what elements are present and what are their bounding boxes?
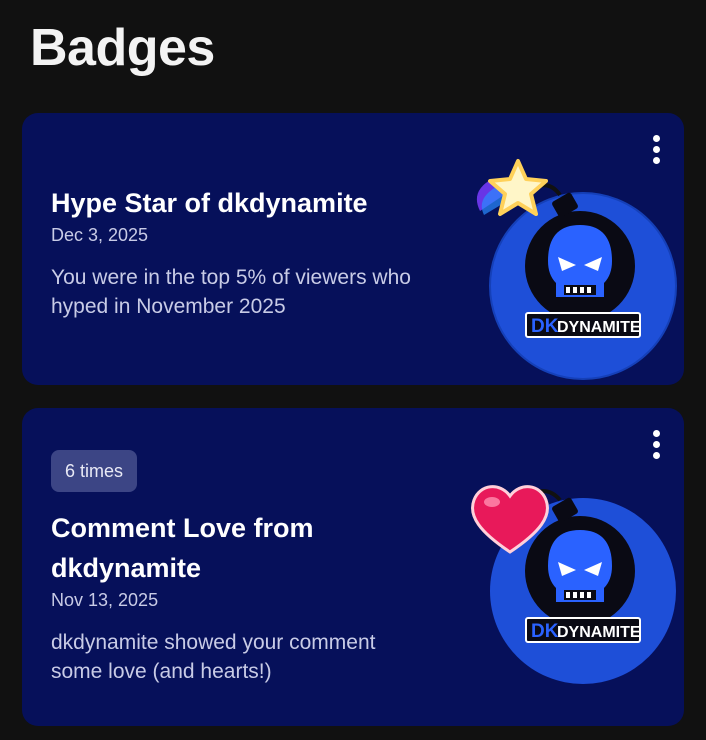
more-options-icon[interactable] bbox=[646, 426, 666, 462]
badge-date: Nov 13, 2025 bbox=[51, 590, 159, 610]
badge-count-pill: 6 times bbox=[51, 450, 138, 492]
badge-description: dkdynamite showed your comment some love… bbox=[51, 631, 376, 683]
badge-card-hype-star[interactable]: Hype Star of dkdynamite Dec 3, 2025 You … bbox=[22, 113, 684, 385]
logo-text-dk: DK bbox=[531, 621, 559, 642]
badge-description: You were in the top 5% of viewers who hy… bbox=[51, 266, 411, 318]
badge-title: Comment Love from dkdynamite bbox=[51, 513, 314, 583]
badge-text: Hype Star of dkdynamite Dec 3, 2025 You … bbox=[51, 183, 431, 321]
logo-text-dynamite: DYNAMITE bbox=[557, 624, 641, 641]
star-icon bbox=[476, 159, 548, 216]
badge-image: DK DYNAMITE bbox=[476, 159, 677, 380]
logo-text-dk: DK bbox=[531, 316, 559, 337]
dkdynamite-logo: DK DYNAMITE bbox=[489, 183, 677, 380]
badge-title: Hype Star of dkdynamite bbox=[51, 188, 368, 218]
badge-card-comment-love[interactable]: 6 times Comment Love from dkdynamite Nov… bbox=[22, 408, 684, 726]
logo-text-dynamite: DYNAMITE bbox=[557, 319, 641, 336]
page-title: Badges bbox=[30, 19, 215, 77]
badge-image: DK DYNAMITE bbox=[471, 485, 676, 684]
badge-text: 6 times Comment Love from dkdynamite Nov… bbox=[51, 450, 431, 686]
badge-date: Dec 3, 2025 bbox=[51, 225, 149, 245]
